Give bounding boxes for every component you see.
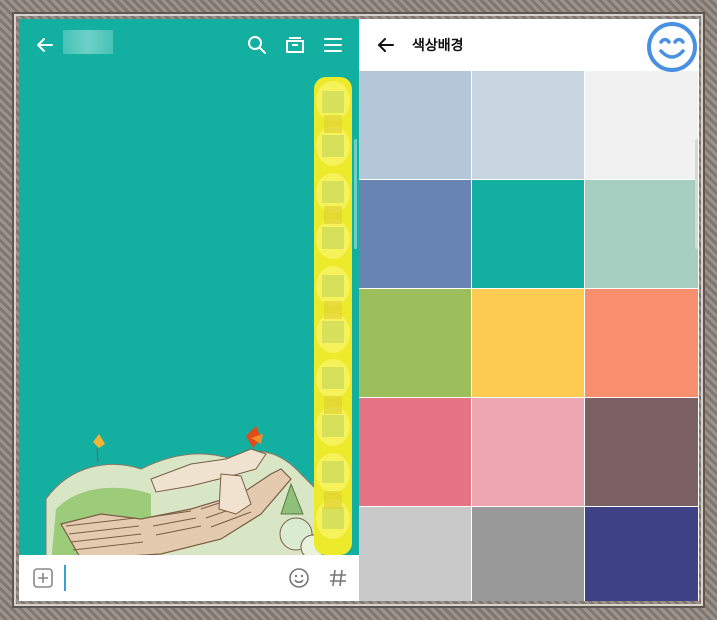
scrollbar[interactable]	[695, 139, 698, 249]
add-icon[interactable]	[31, 566, 55, 590]
chat-header	[19, 19, 359, 71]
color-swatch[interactable]	[472, 289, 585, 398]
search-icon[interactable]	[245, 33, 269, 57]
color-swatch[interactable]	[359, 180, 472, 289]
archive-icon[interactable]	[283, 33, 307, 57]
emoji-icon[interactable]	[287, 566, 311, 590]
color-swatch[interactable]	[472, 180, 585, 289]
color-swatch[interactable]	[359, 507, 472, 601]
back-arrow-icon[interactable]	[33, 33, 57, 57]
color-swatch[interactable]	[472, 398, 585, 507]
color-swatch[interactable]	[359, 398, 472, 507]
color-swatch[interactable]	[585, 180, 699, 289]
great-wall-illustration	[45, 426, 326, 564]
message-input-field[interactable]	[64, 565, 66, 591]
color-swatch-grid	[359, 71, 699, 601]
color-swatch[interactable]	[472, 507, 585, 601]
color-swatch[interactable]	[359, 289, 472, 398]
hashtag-icon[interactable]	[326, 566, 350, 590]
smiley-face-icon	[647, 22, 697, 72]
scrollbar[interactable]	[354, 139, 357, 249]
color-swatch[interactable]	[359, 71, 472, 180]
menu-icon[interactable]	[321, 33, 345, 57]
color-swatch[interactable]	[585, 398, 699, 507]
message-input-bar	[19, 555, 359, 601]
color-swatch[interactable]	[585, 289, 699, 398]
back-arrow-icon[interactable]	[374, 33, 398, 57]
color-swatch[interactable]	[585, 507, 699, 601]
color-swatch[interactable]	[472, 71, 585, 180]
color-swatch[interactable]	[585, 71, 699, 180]
page-title: 색상배경	[412, 38, 464, 54]
color-background-screen: 색상배경	[359, 19, 699, 601]
chat-room-preview	[19, 19, 359, 601]
chat-room-name-blurred	[63, 30, 113, 54]
censored-text-overlay	[314, 77, 352, 555]
